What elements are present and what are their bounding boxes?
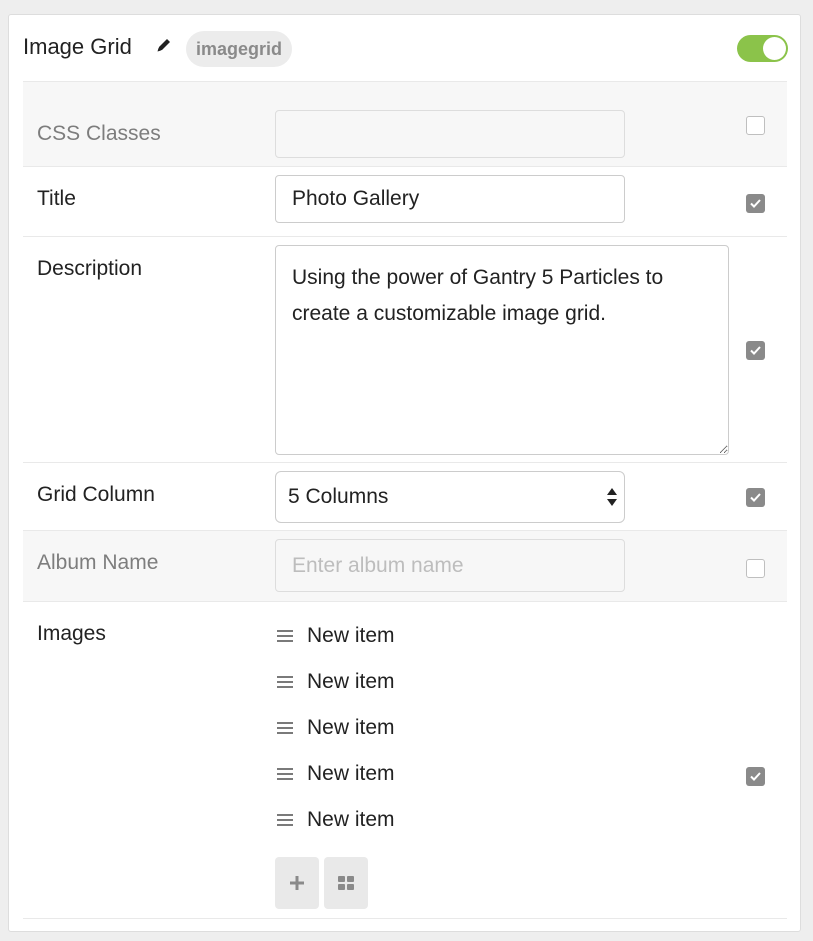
list-item[interactable]: New item [277, 621, 395, 651]
row-grid-column: Grid Column 5 Columns [23, 462, 787, 530]
drag-handle-icon[interactable] [277, 629, 293, 643]
row-description: Description Using the power of Gantry 5 … [23, 236, 787, 462]
description-override-checkbox[interactable] [746, 341, 765, 360]
grid-column-override-checkbox[interactable] [746, 488, 765, 507]
list-item-label: New item [307, 670, 395, 693]
images-label: Images [37, 622, 106, 645]
list-item[interactable]: New item [277, 805, 395, 835]
grid-column-value: 5 Columns [288, 485, 389, 508]
row-album-name: Album Name [23, 530, 787, 601]
drag-handle-icon[interactable] [277, 721, 293, 735]
list-item[interactable]: New item [277, 713, 395, 743]
pencil-icon[interactable] [155, 36, 173, 54]
title-input[interactable] [275, 175, 625, 223]
album-name-override-checkbox[interactable] [746, 559, 765, 578]
plus-icon [290, 876, 304, 890]
list-item-label: New item [307, 716, 395, 739]
images-override-checkbox[interactable] [746, 767, 765, 786]
drag-handle-icon[interactable] [277, 675, 293, 689]
particle-card: Image Grid imagegrid CSS Classes Title D… [8, 14, 801, 932]
album-name-input[interactable] [275, 539, 625, 592]
slug-badge: imagegrid [186, 31, 292, 67]
row-title: Title [23, 166, 787, 236]
grid-column-select[interactable]: 5 Columns [275, 471, 625, 523]
drag-handle-icon[interactable] [277, 767, 293, 781]
drag-handle-icon[interactable] [277, 813, 293, 827]
title-label: Title [37, 187, 76, 210]
css-classes-input[interactable] [275, 110, 625, 158]
list-item[interactable]: New item [277, 667, 395, 697]
bulk-edit-button[interactable] [324, 857, 368, 909]
css-classes-label: CSS Classes [37, 122, 161, 145]
css-classes-override-checkbox[interactable] [746, 116, 765, 135]
description-textarea[interactable]: Using the power of Gantry 5 Particles to… [275, 245, 729, 455]
toggle-knob [763, 37, 786, 60]
row-css-classes: CSS Classes [23, 81, 787, 166]
list-item-label: New item [307, 762, 395, 785]
select-arrows-icon [607, 488, 617, 506]
row-images: Images New item New item New item New it… [23, 601, 787, 919]
list-item-label: New item [307, 624, 395, 647]
description-label: Description [37, 257, 143, 280]
album-name-label: Album Name [37, 551, 159, 574]
particle-title: Image Grid [23, 34, 132, 59]
enable-toggle[interactable] [737, 35, 788, 62]
list-item-label: New item [307, 808, 395, 831]
title-override-checkbox[interactable] [746, 194, 765, 213]
grid-icon [338, 876, 354, 890]
list-item[interactable]: New item [277, 759, 395, 789]
grid-column-label: Grid Column [37, 483, 155, 506]
add-item-button[interactable] [275, 857, 319, 909]
card-header: Image Grid imagegrid [9, 15, 800, 81]
